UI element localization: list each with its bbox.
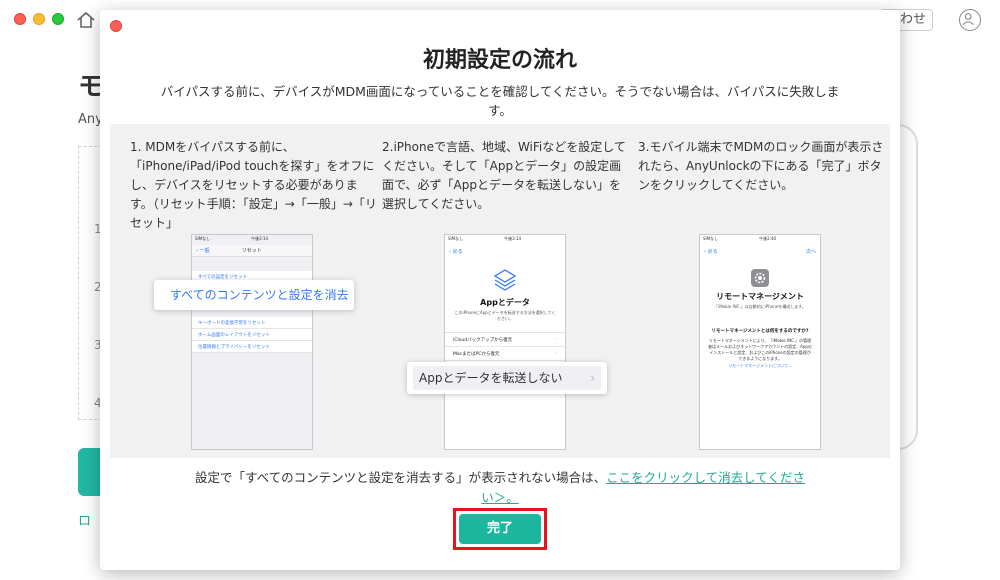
carrier-label: SIMなし (703, 236, 719, 241)
apps-data-desc: このiPhoneにAppとデータを転送する方法を選択してください。 (454, 310, 556, 321)
remote-management-body: リモートマネージメントにより、「iMobie INC.」の管理者はメールおよびネ… (708, 338, 812, 361)
status-time: 午後3:14 (251, 236, 269, 241)
phone-remote-management-screenshot: SIMなし 午後2:40 ‹ 戻る 次へ リモートマネージメント 「iMobie… (699, 234, 821, 450)
step-2-text: 2.iPhoneで言語、地域、WiFiなどを設定してください。そして「Appとデ… (382, 140, 626, 211)
user-account-icon[interactable] (959, 9, 981, 31)
window-zoom-button[interactable] (52, 13, 64, 25)
status-time: 午後2:40 (759, 236, 777, 241)
nav-bar: ‹ 一般 リセット (192, 245, 312, 257)
dialog-description: バイパスする前に、デバイスがMDM画面になっていることを確認してください。そうで… (160, 84, 840, 118)
start-button[interactable] (78, 448, 102, 496)
home-icon[interactable] (76, 10, 96, 30)
dont-transfer-callout: Appとデータを転送しない › (407, 362, 607, 394)
back-link: ‹ 戻る (704, 248, 718, 255)
footer-text: 設定で「すべてのコンテンツと設定を消去する」が表示されない場合は、 (194, 470, 607, 485)
status-bar: SIMなし 午後3:14 (192, 235, 312, 245)
chevron-right-icon: › (590, 371, 595, 385)
restore-option: iCloudバックアップから復元 › (445, 333, 565, 347)
carrier-label: SIMなし (195, 236, 211, 241)
dialog-close-button[interactable] (110, 20, 122, 32)
next-link: 次へ (805, 248, 816, 255)
back-link: ‹ 戻る (449, 248, 463, 255)
window-minimize-button[interactable] (33, 13, 45, 25)
phone-apps-data-screenshot: SIMなし 午後3:14 ‹ 戻る Appとデータ このiPhoneにAppとデ… (444, 234, 566, 450)
layers-icon (493, 269, 517, 291)
dialog-title: 初期設定の流れ (422, 48, 577, 73)
restore-option: MacまたはPCから復元 › (445, 347, 565, 361)
window-close-button[interactable] (14, 13, 26, 25)
remote-management-sub: 「iMobie INC.」は自動的にiPhoneを構成します。 (714, 304, 806, 309)
phone-reset-screenshot: SIMなし 午後3:14 ‹ 一般 リセット すべての設定をリセット ネットワー… (191, 234, 313, 450)
done-button[interactable]: 完了 (459, 514, 541, 544)
remote-management-link: リモートマネージメントについて... (728, 363, 792, 368)
callout-label: Appとデータを転送しない (419, 371, 563, 385)
restore-options: iCloudバックアップから復元 › MacまたはPCから復元 › (445, 332, 565, 361)
apps-data-heading: Appとデータ (480, 298, 530, 307)
settings-row: ホーム画面のレイアウトをリセット (192, 329, 312, 341)
remote-management-question: リモートマネージメントとは何をするのですか? (711, 329, 809, 334)
nav-bar: ‹ 戻る 次へ (700, 245, 820, 257)
steps-area: 1. MDMをバイパスする前に、「iPhone/iPad/iPod touchを… (110, 124, 890, 458)
status-bar: SIMなし 午後2:40 (700, 235, 820, 245)
gear-icon (751, 269, 769, 287)
back-link: ‹ 一般 (196, 248, 210, 254)
remote-management-heading: リモートマネージメント (716, 292, 804, 301)
help-link[interactable]: ロ (78, 510, 91, 529)
step-3-text: 3.モバイル端末でMDMのロック画面が表示されたら、AnyUnlockの下にある… (638, 140, 884, 192)
status-bar: SIMなし 午後3:14 (445, 235, 565, 245)
footer-note: 設定で「すべてのコンテンツと設定を消去する」が表示されない場合は、ここをクリック… (190, 468, 810, 508)
step-1-text: 1. MDMをバイパスする前に、「iPhone/iPad/iPod touchを… (130, 140, 377, 230)
settings-row: 位置情報とプライバシーをリセット (192, 341, 312, 353)
setup-flow-dialog: 初期設定の流れ バイパスする前に、デバイスがMDM画面になっていることを確認して… (100, 10, 900, 570)
carrier-label: SIMなし (448, 236, 464, 241)
nav-bar: ‹ 戻る (445, 245, 565, 257)
erase-all-callout: すべてのコンテンツと設定を消去 (154, 280, 354, 310)
nav-title: リセット (241, 248, 262, 254)
settings-row: キーボードの変換学習をリセット (192, 317, 312, 329)
status-time: 午後3:14 (504, 236, 522, 241)
